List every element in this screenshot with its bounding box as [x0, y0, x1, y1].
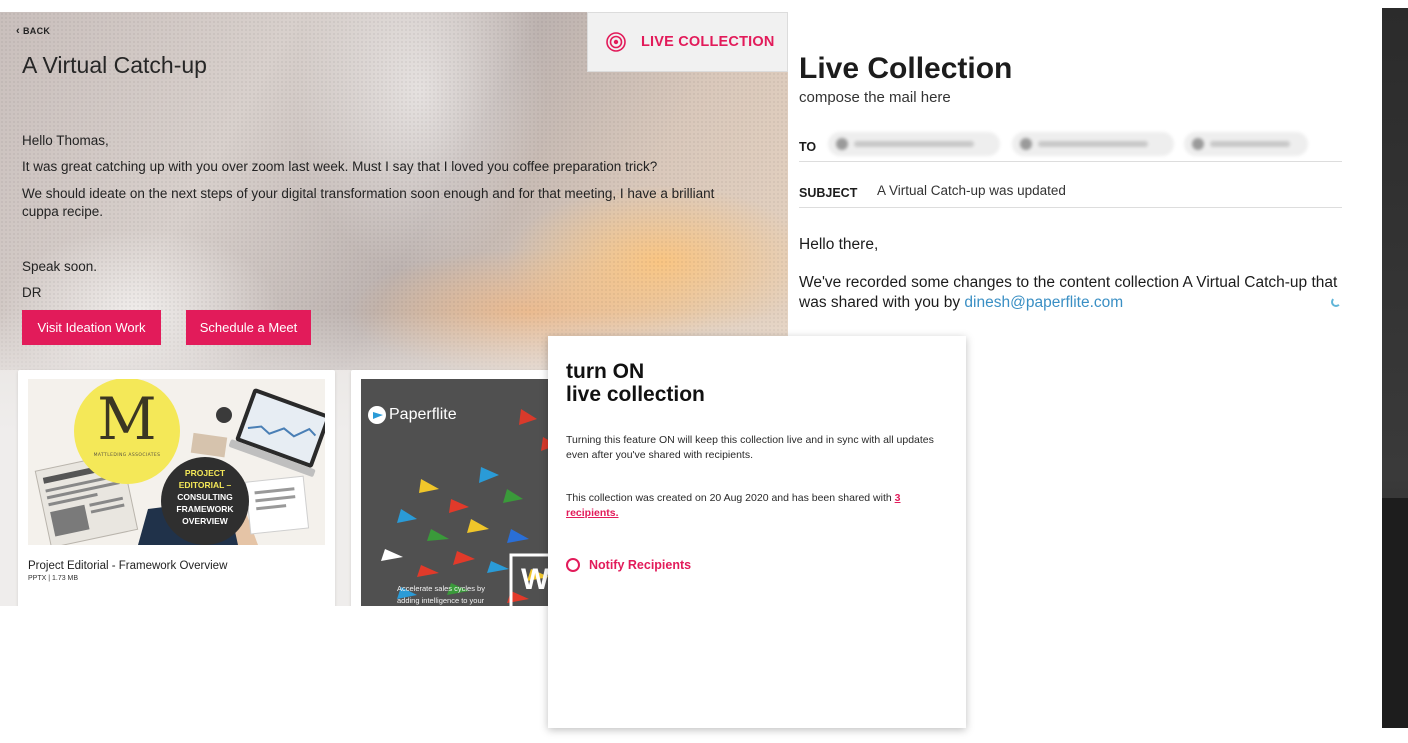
badge-line-5: OVERVIEW [182, 516, 228, 526]
tagline-line-1: Accelerate sales cycles by [397, 584, 485, 593]
notify-recipients-label: Notify Recipients [589, 558, 692, 572]
loading-spinner-icon [1331, 297, 1341, 307]
live-collection-label: LIVE COLLECTION [641, 34, 775, 50]
modal-title-line-2: live collection [566, 383, 705, 406]
paperflite-brand: Paperflite [389, 406, 457, 423]
to-label: TO [799, 140, 817, 154]
recipient-chip[interactable] [1184, 132, 1308, 156]
schedule-meet-button[interactable]: Schedule a Meet [186, 310, 311, 345]
message-closing: Speak soon. [22, 259, 98, 274]
compose-subtitle: compose the mail here [799, 89, 951, 106]
card-file-meta: PPTX | 1.73 MB [28, 575, 79, 582]
modal-title: turn ON live collection [566, 360, 705, 406]
compose-title: Live Collection [799, 52, 1013, 85]
message-line-1: It was great catching up with you over z… [22, 159, 658, 174]
content-card-2[interactable]: Paperflite W Accelerate sales cycles by … [351, 370, 571, 606]
modal-created-info: This collection was created on 20 Aug 20… [566, 491, 952, 521]
recipient-chip[interactable] [1012, 132, 1174, 156]
collection-title: A Virtual Catch-up [22, 52, 207, 78]
sender-email-link[interactable]: dinesh@paperflite.com [964, 294, 1123, 311]
tagline-line-2: adding intelligence to your [397, 596, 485, 605]
live-broadcast-icon [606, 32, 626, 52]
content-card-1[interactable]: M MATTLEDING ASSOCIATES PROJECT EDITORIA… [18, 370, 335, 606]
back-link[interactable]: ‹ BACK [16, 24, 51, 37]
created-info-text: This collection was created on 20 Aug 20… [566, 492, 895, 504]
mail-greeting: Hello there, [799, 236, 879, 253]
live-collection-modal: turn ON live collection Turning this fea… [548, 336, 966, 728]
back-label: BACK [22, 26, 51, 36]
brand-logo-letter: M [97, 385, 157, 453]
recipient-chip[interactable] [828, 132, 1000, 156]
badge-line-3: CONSULTING [177, 492, 233, 502]
message-greeting: Hello Thomas, [22, 133, 109, 148]
subject-value[interactable]: A Virtual Catch-up was updated [877, 183, 1066, 198]
modal-title-line-1: turn ON [566, 360, 645, 383]
thumbnail-big-letter: W [521, 563, 550, 596]
message-signature: DR [22, 285, 42, 300]
badge-line-4: FRAMEWORK [176, 504, 234, 514]
chevron-left-icon: ‹ [16, 24, 20, 37]
brand-logo-caption: MATTLEDING ASSOCIATES [93, 453, 161, 458]
mail-body[interactable]: We've recorded some changes to the conte… [799, 273, 1339, 313]
badge-line-1: PROJECT [184, 468, 226, 478]
background-edge-lower [1382, 498, 1408, 728]
badge-line-2: EDITORIAL – [178, 480, 232, 490]
card-thumbnail: Paperflite W Accelerate sales cycles by … [361, 379, 561, 606]
radio-unchecked-icon[interactable] [566, 558, 580, 572]
card-title: Project Editorial - Framework Overview [28, 560, 228, 572]
card-thumbnail: M MATTLEDING ASSOCIATES PROJECT EDITORIA… [28, 379, 325, 545]
thumbnail-tagline: Accelerate sales cycles by adding intell… [397, 583, 485, 606]
live-collection-toggle[interactable]: LIVE COLLECTION [587, 12, 788, 72]
thumbnail-badge: PROJECT EDITORIAL – CONSULTING FRAMEWORK… [166, 467, 244, 527]
message-line-2: We should ideate on the next steps of yo… [22, 186, 715, 219]
modal-description: Turning this feature ON will keep this c… [566, 434, 934, 461]
subject-label: SUBJECT [799, 186, 858, 200]
notify-recipients-option[interactable]: Notify Recipients [566, 558, 691, 572]
visit-ideation-button[interactable]: Visit Ideation Work [22, 310, 161, 345]
